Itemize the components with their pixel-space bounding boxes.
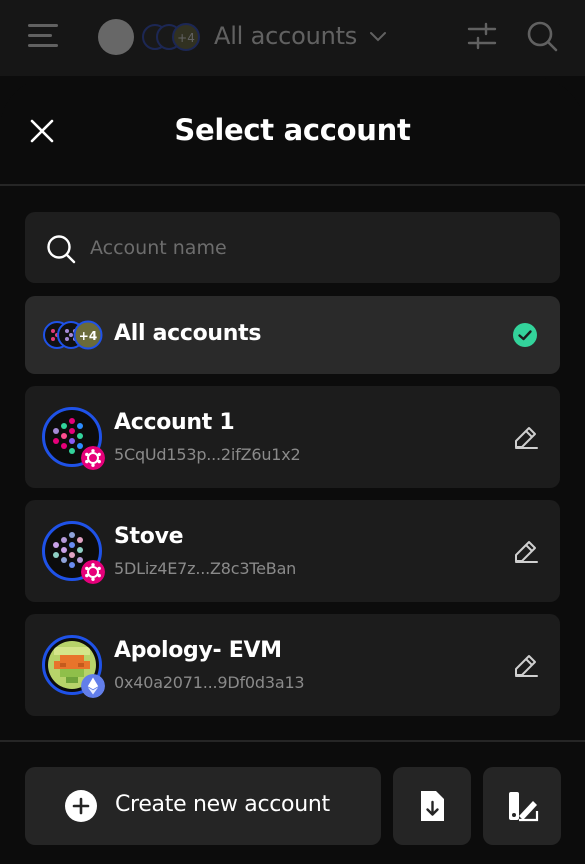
account-name: Apology- EVM	[114, 638, 282, 663]
avatar	[42, 635, 105, 698]
divider	[0, 184, 585, 186]
header-account-title[interactable]: All accounts	[214, 22, 357, 50]
search-icon[interactable]	[524, 18, 560, 54]
search-input[interactable]	[90, 224, 530, 272]
edit-icon[interactable]	[512, 537, 540, 565]
avatar-stack: +4	[43, 320, 103, 350]
polkadot-badge-icon	[81, 446, 105, 470]
plus-icon	[65, 790, 97, 822]
modal-title: Select account	[174, 113, 411, 147]
select-account-modal: Select account +4 All accounts	[0, 77, 585, 864]
import-icon	[421, 791, 444, 821]
account-address: 5DLiz4E7z...Z8c3TeBan	[114, 559, 297, 578]
search-icon	[47, 235, 76, 264]
theme-button[interactable]	[483, 767, 561, 845]
polkadot-badge-icon	[81, 560, 105, 584]
create-account-button[interactable]: Create new account	[25, 767, 381, 845]
chevron-down-icon[interactable]	[368, 26, 388, 46]
create-account-label: Create new account	[115, 792, 330, 817]
edit-icon[interactable]	[512, 651, 540, 679]
avatar-more-count: +4	[177, 31, 195, 45]
search-field[interactable]	[25, 212, 560, 283]
account-row-all[interactable]: +4 All accounts	[25, 296, 560, 374]
edit-icon[interactable]	[512, 423, 540, 451]
avatar	[42, 521, 105, 584]
import-account-button[interactable]	[393, 767, 471, 845]
avatar	[42, 407, 105, 470]
avatar-more-count: +4	[79, 329, 97, 343]
sliders-icon[interactable]	[466, 20, 498, 52]
account-row[interactable]: Account 1 5CqUd153p...2ifZ6u1x2	[25, 386, 560, 488]
account-row[interactable]: Apology- EVM 0x40a2071...9Df0d3a13	[25, 614, 560, 716]
account-row[interactable]: Stove 5DLiz4E7z...Z8c3TeBan	[25, 500, 560, 602]
top-bar: +4 All accounts	[0, 0, 585, 76]
account-name: Stove	[114, 524, 184, 549]
divider	[0, 740, 585, 742]
account-name: Account 1	[114, 410, 235, 435]
theme-icon	[509, 792, 539, 822]
plug-icon[interactable]	[98, 19, 134, 55]
menu-icon[interactable]	[28, 24, 58, 48]
account-address: 0x40a2071...9Df0d3a13	[114, 673, 305, 692]
check-icon	[513, 323, 537, 347]
account-name: All accounts	[114, 321, 262, 346]
ethereum-badge-icon	[81, 674, 105, 698]
account-address: 5CqUd153p...2ifZ6u1x2	[114, 445, 301, 464]
avatar-stack[interactable]: +4	[142, 20, 204, 54]
